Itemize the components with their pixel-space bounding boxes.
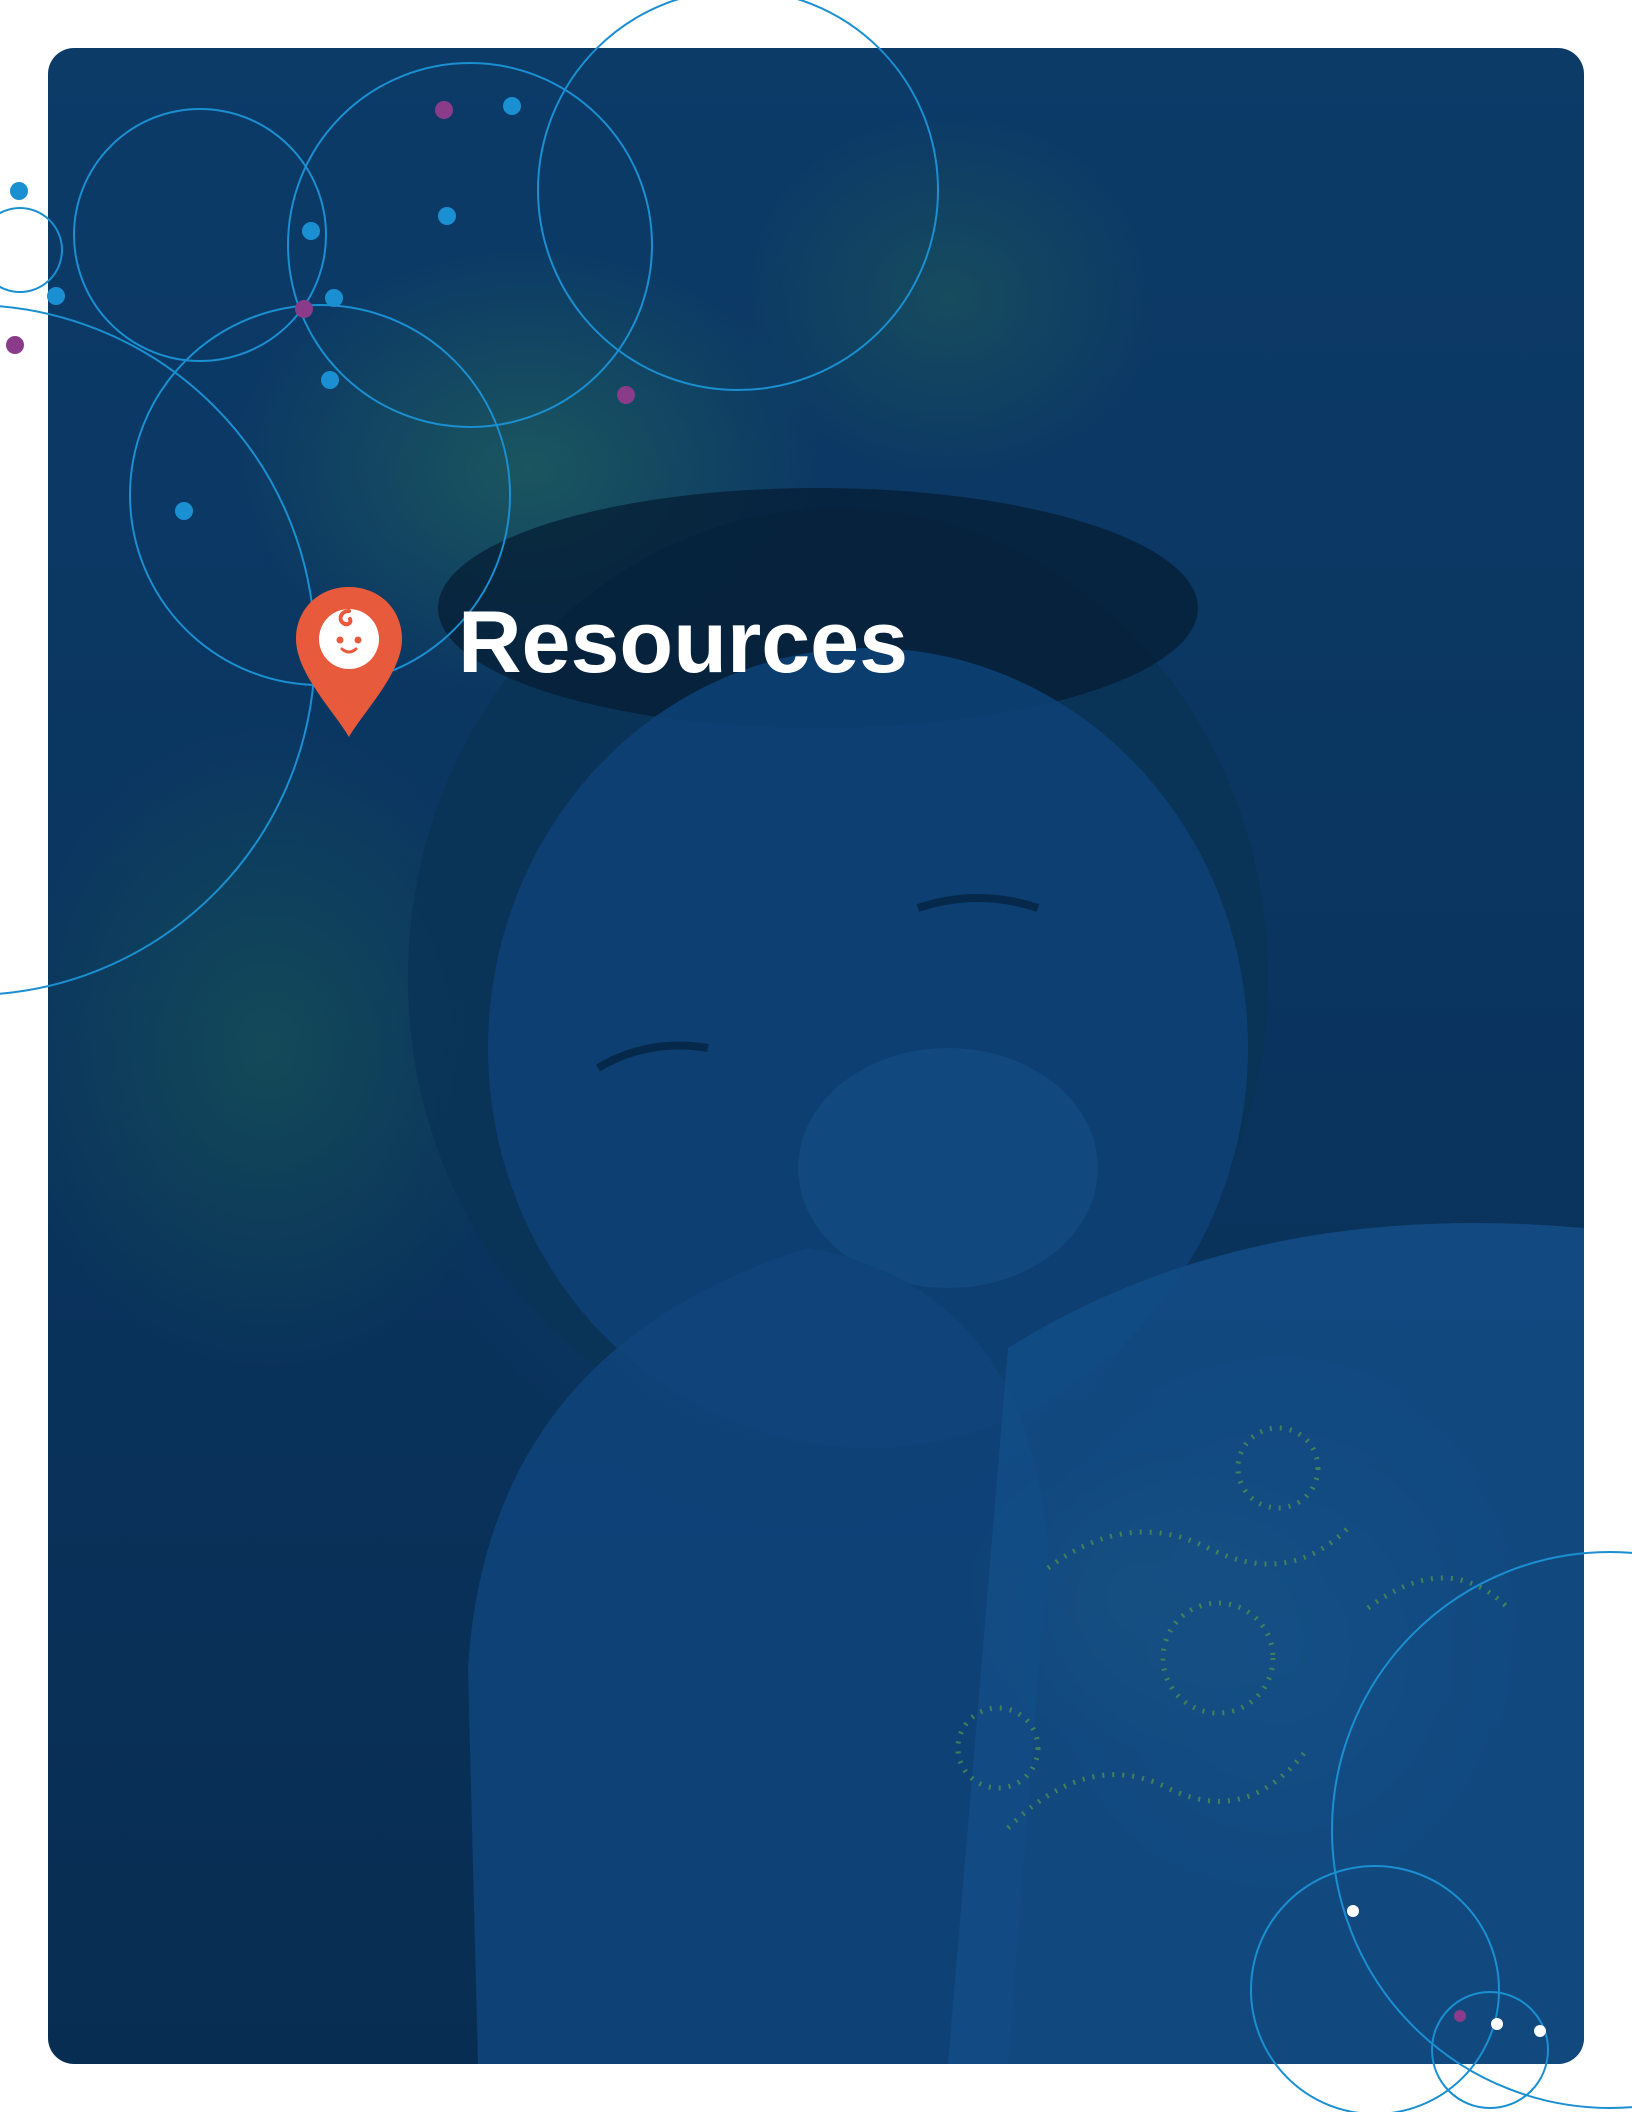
hero-photo xyxy=(408,488,1584,2064)
map-pin-baby-icon xyxy=(296,587,402,737)
hero-panel xyxy=(48,48,1584,2064)
page-title: Resources xyxy=(458,592,909,691)
title-logo xyxy=(294,585,404,739)
